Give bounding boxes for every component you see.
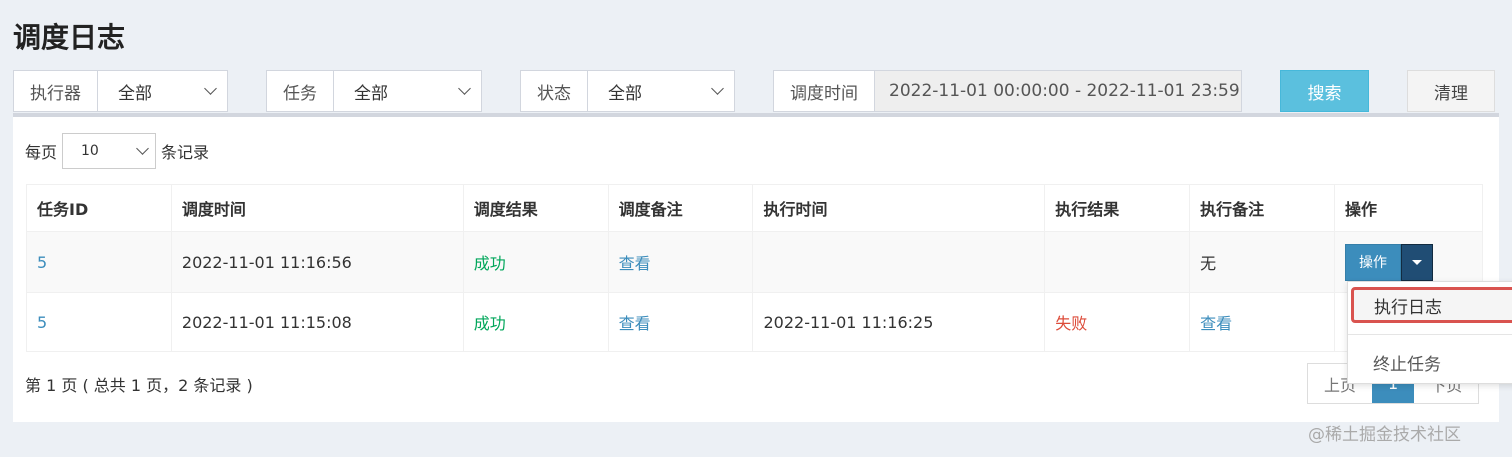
trigger-time: 2022-11-01 11:15:08 — [170, 292, 464, 352]
chevron-down-icon — [136, 142, 149, 155]
executor-filter[interactable]: 执行器 全部 — [13, 70, 228, 112]
header-trigger-time[interactable]: 调度时间 — [170, 184, 464, 232]
action-dropdown-toggle[interactable] — [1401, 243, 1434, 281]
table-header-row: 任务ID 调度时间 调度结果 调度备注 执行时间 执行结果 执行备注 操作 — [26, 184, 1483, 232]
handle-remark: 无 — [1189, 231, 1336, 293]
header-handle-time[interactable]: 执行时间 — [752, 184, 1046, 232]
handle-result — [1044, 231, 1191, 293]
menu-item-terminate-task[interactable]: 终止任务 — [1373, 350, 1441, 375]
time-range-input[interactable]: 2022-11-01 00:00:00 - 2022-11-01 23:59:5 — [875, 71, 1241, 111]
page-length-prefix: 每页 — [25, 143, 58, 162]
task-id-link[interactable]: 5 — [37, 313, 47, 332]
page-length-suffix: 条记录 — [161, 143, 210, 162]
time-filter-label: 调度时间 — [774, 71, 875, 111]
handle-time — [752, 231, 1046, 293]
executor-select-value: 全部 — [118, 83, 152, 104]
task-id-link[interactable]: 5 — [37, 253, 47, 272]
watermark: @稀土掘金技术社区 — [1308, 425, 1461, 445]
clear-button[interactable]: 清理 — [1407, 70, 1495, 112]
header-handle-remark[interactable]: 执行备注 — [1189, 184, 1336, 232]
action-button[interactable]: 操作 — [1345, 243, 1402, 281]
task-select[interactable]: 全部 — [334, 71, 481, 111]
action-dropdown-menu: 执行日志 终止任务 — [1347, 281, 1512, 384]
task-select-value: 全部 — [354, 83, 388, 104]
trigger-remark-link[interactable]: 查看 — [619, 314, 651, 333]
log-panel: 每页 10 条记录 任务ID 调度时间 调度结果 调度备注 执行时间 执行结果 … — [13, 113, 1499, 422]
action-button-group[interactable]: 操作 — [1345, 243, 1434, 281]
task-filter[interactable]: 任务 全部 — [266, 70, 482, 112]
page-length-select[interactable]: 10 — [62, 133, 157, 169]
header-action: 操作 — [1334, 184, 1483, 232]
header-trigger-result[interactable]: 调度结果 — [462, 184, 609, 232]
header-task-id[interactable]: 任务ID — [26, 184, 172, 232]
menu-divider — [1348, 334, 1512, 335]
trigger-result: 成功 — [462, 231, 609, 293]
caret-down-icon — [1412, 259, 1423, 265]
chevron-down-icon — [204, 82, 217, 95]
chevron-down-icon — [458, 82, 471, 95]
log-table: 任务ID 调度时间 调度结果 调度备注 执行时间 执行结果 执行备注 操作 5 … — [26, 184, 1483, 352]
handle-remark-link[interactable]: 查看 — [1200, 314, 1232, 333]
table-row: 5 2022-11-01 11:16:56 成功 查看 无 操作 — [26, 231, 1483, 293]
status-select-value: 全部 — [608, 83, 642, 104]
status-select[interactable]: 全部 — [588, 71, 734, 111]
trigger-time: 2022-11-01 11:16:56 — [170, 231, 464, 293]
task-filter-label: 任务 — [267, 71, 334, 111]
executor-filter-label: 执行器 — [14, 71, 98, 111]
executor-select[interactable]: 全部 — [98, 71, 227, 111]
menu-item-execution-log[interactable]: 执行日志 — [1351, 287, 1512, 323]
handle-time: 2022-11-01 11:16:25 — [752, 292, 1046, 352]
search-button[interactable]: 搜索 — [1280, 70, 1369, 112]
page-length-value: 10 — [81, 143, 99, 159]
table-row: 5 2022-11-01 11:15:08 成功 查看 2022-11-01 1… — [26, 292, 1483, 352]
table-info: 第 1 页 ( 总共 1 页，2 条记录 ) — [25, 376, 253, 395]
time-filter[interactable]: 调度时间 2022-11-01 00:00:00 - 2022-11-01 23… — [773, 70, 1242, 112]
trigger-remark-link[interactable]: 查看 — [619, 254, 651, 273]
page-length: 每页 10 条记录 — [25, 133, 209, 169]
page-title: 调度日志 — [13, 21, 126, 54]
chevron-down-icon — [711, 82, 724, 95]
header-trigger-remark[interactable]: 调度备注 — [607, 184, 754, 232]
trigger-result: 成功 — [462, 292, 609, 352]
status-filter-label: 状态 — [521, 71, 588, 111]
status-filter[interactable]: 状态 全部 — [520, 70, 735, 112]
header-handle-result[interactable]: 执行结果 — [1044, 184, 1191, 232]
handle-result: 失败 — [1044, 292, 1191, 352]
